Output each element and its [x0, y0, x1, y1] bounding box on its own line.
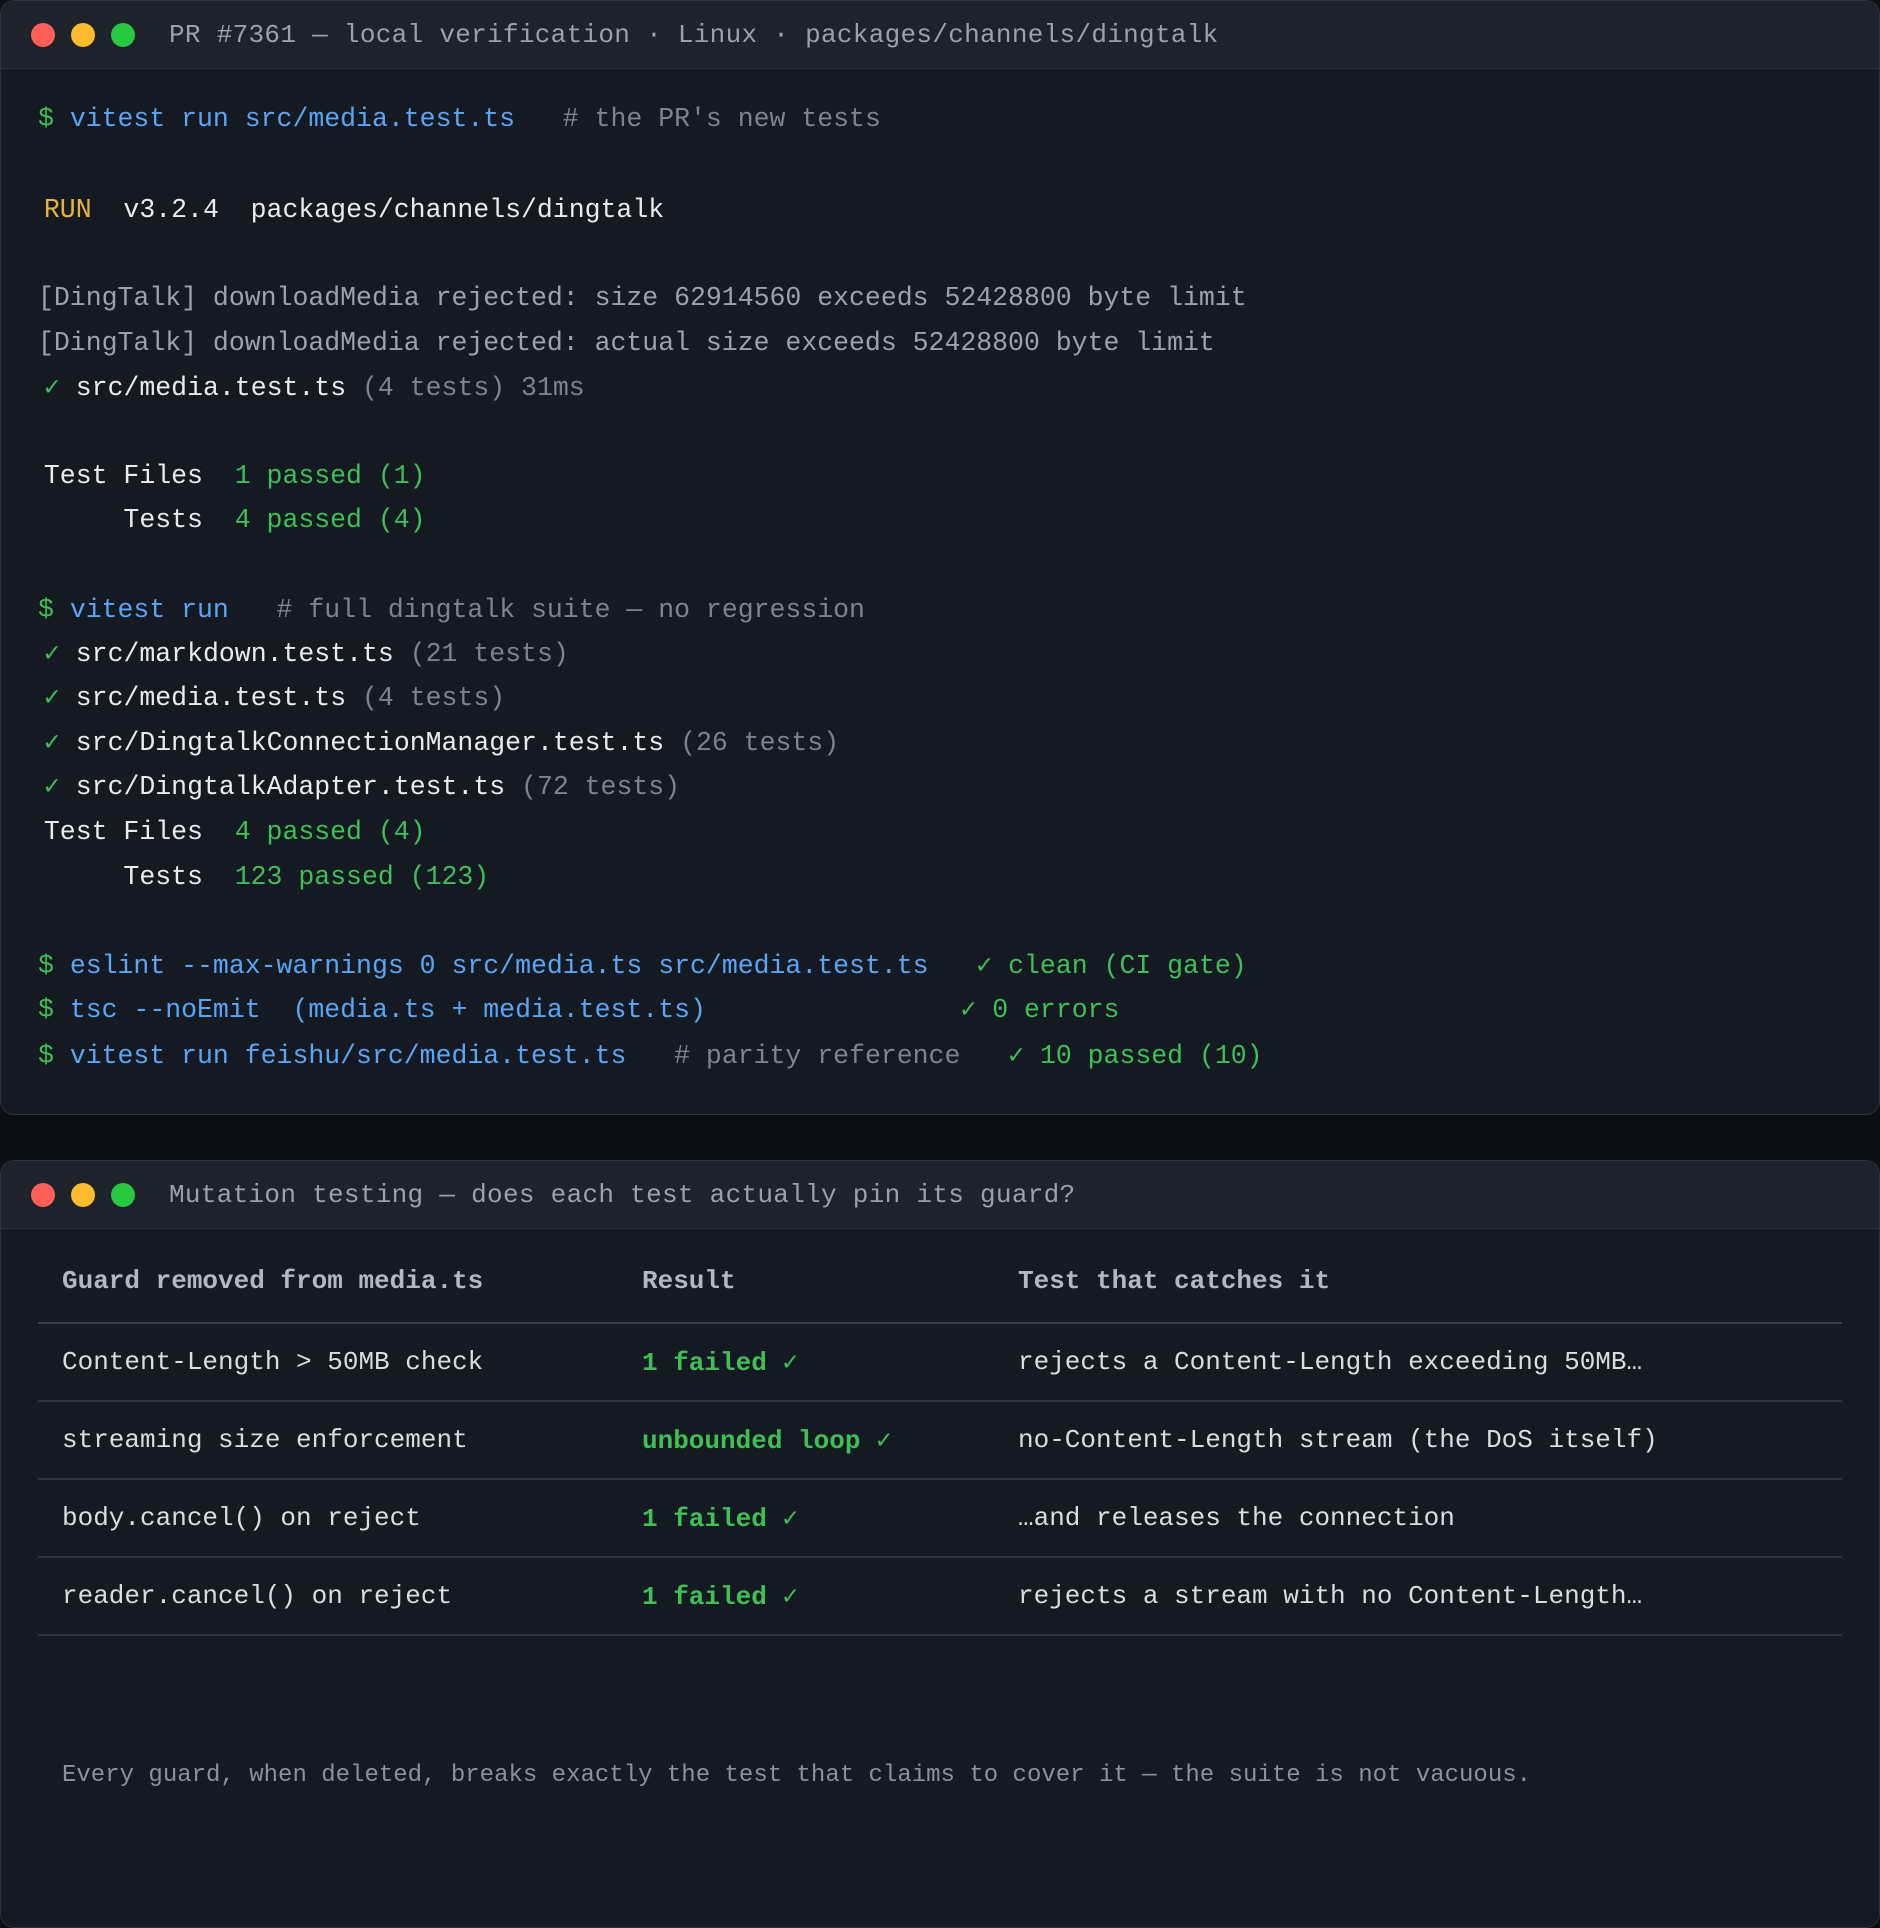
log-line: [DingTalk] downloadMedia rejected: actua…	[38, 328, 1215, 358]
summary-label: Tests	[28, 862, 235, 892]
table-row: reader.cancel() on reject 1 failed ✓ rej…	[38, 1557, 1842, 1636]
summary-value: 4 passed (4)	[234, 505, 426, 535]
minimize-window-button[interactable]	[71, 1182, 95, 1207]
comment: # full dingtalk suite — no regression	[228, 595, 865, 625]
command-line: $ vitest run feishu/src/media.test.ts # …	[38, 1039, 1263, 1073]
command-line: $ eslint --max-warnings 0 src/media.ts s…	[38, 949, 1247, 983]
test-file-result: ✓ src/markdown.test.ts (21 tests)	[28, 637, 569, 671]
summary-line: Tests 123 passed (123)	[28, 860, 489, 894]
table-header-row: Guard removed from media.ts Result Test …	[38, 1240, 1842, 1324]
summary-value: 1 passed (1)	[234, 461, 426, 491]
command-line: $ tsc --noEmit (media.ts + media.test.ts…	[38, 993, 1119, 1027]
check-icon: ✓	[28, 373, 76, 403]
test-file-result: ✓ src/DingtalkConnectionManager.test.ts …	[28, 726, 839, 760]
test-file-name: src/DingtalkAdapter.test.ts	[75, 772, 506, 802]
run-info: v3.2.4 packages/channels/dingtalk	[91, 195, 665, 225]
prompt: $	[38, 995, 70, 1025]
result-cell: unbounded loop ✓	[618, 1401, 994, 1480]
footer-note: Every guard, when deleted, breaks exactl…	[62, 1762, 1532, 1789]
guard-cell: streaming size enforcement	[38, 1401, 618, 1480]
test-file-info: (26 tests)	[664, 728, 840, 758]
summary-line: Tests 4 passed (4)	[28, 503, 426, 537]
command: eslint --max-warnings 0 src/media.ts src…	[69, 951, 929, 981]
command: vitest run src/media.test.ts	[69, 104, 516, 134]
column-header-test: Test that catches it	[994, 1240, 1842, 1324]
summary-label: Tests	[28, 505, 235, 535]
terminal-output: $ vitest run src/media.test.ts # the PR'…	[0, 0, 1880, 1071]
guard-cell: reader.cancel() on reject	[38, 1557, 618, 1636]
test-file-info: (21 tests)	[393, 639, 569, 669]
mutation-table: Guard removed from media.ts Result Test …	[38, 1240, 1842, 1636]
test-file-name: src/media.test.ts	[75, 373, 347, 403]
test-file-result: ✓ src/media.test.ts (4 tests) 31ms	[28, 371, 585, 405]
title-bar: Mutation testing — does each test actual…	[1, 1161, 1879, 1229]
maximize-window-button[interactable]	[111, 1182, 135, 1207]
command: tsc --noEmit (media.ts + media.test.ts)	[69, 995, 706, 1025]
test-file-info: (4 tests) 31ms	[346, 373, 585, 403]
log-line: [DingTalk] downloadMedia rejected: size …	[38, 283, 1247, 313]
command: vitest run feishu/src/media.test.ts	[69, 1041, 627, 1071]
prompt: $	[38, 951, 70, 981]
check-icon: ✓	[28, 772, 76, 802]
table-row: Content-Length > 50MB check 1 failed ✓ r…	[38, 1323, 1842, 1402]
summary-value: 123 passed (123)	[234, 862, 490, 892]
test-cell: rejects a Content-Length exceeding 50MB…	[994, 1323, 1842, 1402]
summary-line: Test Files 4 passed (4)	[28, 815, 426, 849]
guard-cell: body.cancel() on reject	[38, 1479, 618, 1558]
command-line: $ vitest run # full dingtalk suite — no …	[38, 593, 865, 627]
check-icon: ✓	[28, 728, 76, 758]
table-row: body.cancel() on reject 1 failed ✓ …and …	[38, 1479, 1842, 1558]
test-file-name: src/media.test.ts	[75, 683, 347, 713]
run-header: RUN v3.2.4 packages/channels/dingtalk	[28, 193, 664, 227]
summary-line: Test Files 1 passed (1)	[28, 459, 426, 493]
column-header-guard: Guard removed from media.ts	[38, 1240, 618, 1324]
test-file-result: ✓ src/media.test.ts (4 tests)	[28, 681, 505, 715]
table-row: streaming size enforcement unbounded loo…	[38, 1401, 1842, 1480]
test-file-info: (72 tests)	[505, 772, 681, 802]
command-result: ✓ clean (CI gate)	[928, 951, 1247, 981]
run-label: RUN	[28, 195, 92, 225]
test-cell: rejects a stream with no Content-Length…	[994, 1557, 1842, 1636]
summary-value: 4 passed (4)	[234, 817, 426, 847]
result-cell: 1 failed ✓	[618, 1479, 994, 1558]
test-cell: no-Content-Length stream (the DoS itself…	[994, 1401, 1842, 1480]
test-cell: …and releases the connection	[994, 1479, 1842, 1558]
test-file-info: (4 tests)	[346, 683, 506, 713]
command-result: ✓ 0 errors	[705, 995, 1120, 1025]
summary-label: Test Files	[28, 817, 235, 847]
test-file-result: ✓ src/DingtalkAdapter.test.ts (72 tests)	[28, 770, 680, 804]
result-cell: 1 failed ✓	[618, 1323, 994, 1402]
prompt: $	[38, 595, 70, 625]
command-result: ✓ 10 passed (10)	[960, 1041, 1263, 1071]
close-window-button[interactable]	[31, 1182, 55, 1207]
window-title: Mutation testing — does each test actual…	[169, 1179, 1076, 1210]
check-icon: ✓	[28, 683, 76, 713]
column-header-result: Result	[618, 1240, 994, 1324]
prompt: $	[38, 104, 70, 134]
command: vitest run	[69, 595, 229, 625]
comment: # the PR's new tests	[515, 104, 881, 134]
prompt: $	[38, 1041, 70, 1071]
check-icon: ✓	[28, 639, 76, 669]
comment: # parity reference	[626, 1041, 961, 1071]
command-line: $ vitest run src/media.test.ts # the PR'…	[38, 102, 881, 136]
test-file-name: src/markdown.test.ts	[75, 639, 394, 669]
test-file-name: src/DingtalkConnectionManager.test.ts	[75, 728, 665, 758]
guard-cell: Content-Length > 50MB check	[38, 1323, 618, 1402]
result-cell: 1 failed ✓	[618, 1557, 994, 1636]
summary-label: Test Files	[28, 461, 235, 491]
